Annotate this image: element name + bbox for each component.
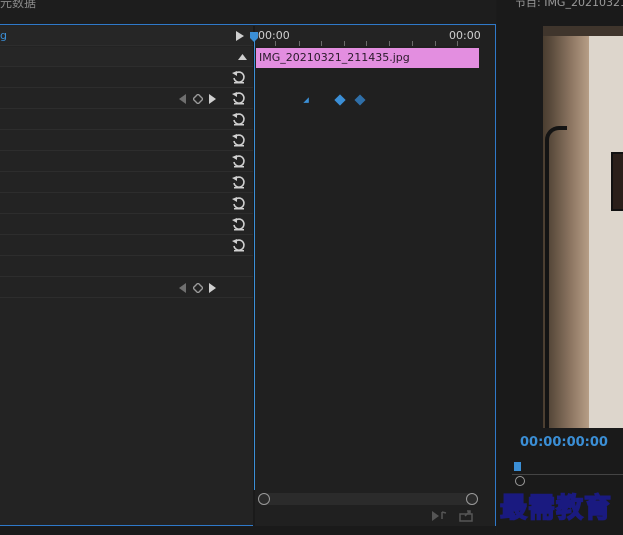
clip-label: g xyxy=(0,29,7,42)
next-keyframe-icon[interactable] xyxy=(209,283,216,293)
bottom-bar xyxy=(0,526,496,535)
monitor-image xyxy=(543,26,623,428)
timecode[interactable]: 00:00:00:00 xyxy=(520,435,608,450)
export-icon[interactable] xyxy=(459,509,474,522)
property-row[interactable] xyxy=(0,194,253,214)
monitor-scroll-handle[interactable] xyxy=(515,476,525,486)
prev-keyframe-icon[interactable] xyxy=(179,283,186,293)
property-row[interactable] xyxy=(0,131,253,151)
property-row[interactable] xyxy=(0,257,253,277)
add-keyframe-icon[interactable] xyxy=(193,283,203,293)
panel-header xyxy=(0,0,496,24)
metadata-tab[interactable]: 元数据 xyxy=(0,0,36,11)
property-row[interactable] xyxy=(0,110,253,130)
scrollbar-end-handle[interactable] xyxy=(466,493,478,505)
scrollbar-start-handle[interactable] xyxy=(258,493,270,505)
property-row-keyframed[interactable] xyxy=(0,89,253,109)
monitor-ruler[interactable] xyxy=(512,460,623,480)
property-row[interactable] xyxy=(0,152,253,172)
effect-group-row[interactable] xyxy=(0,47,253,67)
monitor-title[interactable]: 节目: IMG_20210321_ xyxy=(515,0,623,10)
next-keyframe-icon[interactable] xyxy=(209,94,216,104)
watermark: 最需教育 xyxy=(499,492,612,525)
reset-icon[interactable] xyxy=(232,154,246,168)
monitor-playhead[interactable] xyxy=(514,462,521,471)
property-row-keyframed[interactable] xyxy=(0,278,253,298)
play-icon[interactable] xyxy=(236,31,244,41)
reset-icon[interactable] xyxy=(232,238,246,252)
prev-keyframe-icon[interactable] xyxy=(179,94,186,104)
property-row[interactable] xyxy=(0,173,253,193)
property-list: g xyxy=(0,26,253,506)
clip-header-row[interactable]: g xyxy=(0,26,253,46)
reset-icon[interactable] xyxy=(232,133,246,147)
property-row[interactable] xyxy=(0,236,253,256)
reset-icon[interactable] xyxy=(232,112,246,126)
collapse-arrow-icon[interactable] xyxy=(238,54,247,60)
timeline-scrollbar[interactable] xyxy=(258,493,478,505)
reset-icon[interactable] xyxy=(232,196,246,210)
reset-icon[interactable] xyxy=(232,70,246,84)
property-row[interactable] xyxy=(0,68,253,88)
ruler-end-time: 00:00 xyxy=(449,29,481,42)
property-row[interactable] xyxy=(0,215,253,235)
reset-icon[interactable] xyxy=(232,175,246,189)
ruler-start-time: 00:00 xyxy=(258,29,290,42)
effect-timeline[interactable] xyxy=(255,26,495,526)
reset-icon[interactable] xyxy=(232,217,246,231)
audio-play-icon[interactable] xyxy=(432,510,448,522)
playhead-line xyxy=(254,35,255,490)
clip-name: IMG_20210321_211435.jpg xyxy=(259,51,410,64)
reset-icon[interactable] xyxy=(232,91,246,105)
add-keyframe-icon[interactable] xyxy=(193,94,203,104)
